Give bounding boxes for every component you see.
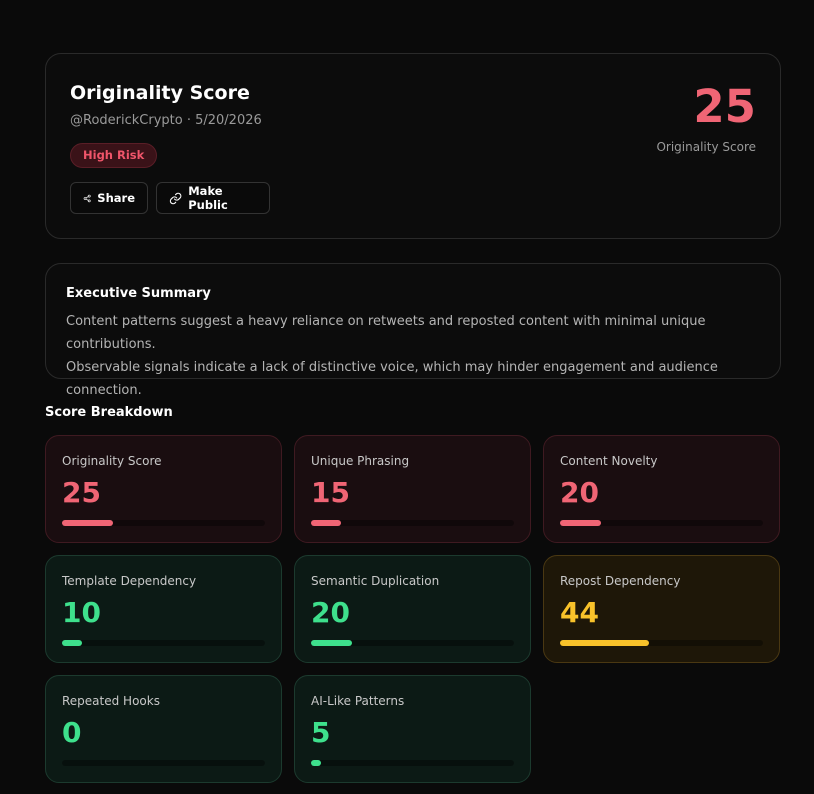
metric-label: Semantic Duplication [311, 574, 440, 588]
metric-value: 20 [311, 596, 350, 629]
metric-progress-fill [311, 760, 322, 766]
metric-progress-track [62, 760, 265, 766]
metric-progress-fill [62, 640, 83, 646]
metric-value: 44 [560, 596, 599, 629]
metric-progress-fill [560, 520, 601, 526]
metric-progress-track [311, 640, 514, 646]
metric-progress-fill [560, 640, 650, 646]
metric-card: Template Dependency 10 [45, 555, 282, 663]
metric-label: Originality Score [62, 454, 162, 468]
metric-card: Content Novelty 20 [543, 435, 780, 543]
make-public-button-label: Make Public [188, 184, 228, 212]
link-icon [169, 192, 182, 204]
metric-progress-track [560, 640, 763, 646]
header-card: Originality Score @RoderickCrypto · 5/20… [45, 53, 781, 239]
summary-line-2: Observable signals indicate a lack of di… [66, 360, 718, 398]
metric-label: Template Dependency [62, 574, 197, 588]
metric-progress-fill [62, 520, 113, 526]
metric-progress-fill [311, 520, 342, 526]
metric-label: Content Novelty [560, 454, 658, 468]
overall-score-label: Originality Score [656, 140, 756, 154]
share-button[interactable]: Share [70, 182, 148, 214]
account-date: @RoderickCrypto · 5/20/2026 [70, 113, 262, 128]
metric-card: Originality Score 25 [45, 435, 282, 543]
metric-progress-track [62, 640, 265, 646]
share-icon [83, 194, 91, 202]
metric-progress-track [311, 760, 514, 766]
metric-label: Unique Phrasing [311, 454, 410, 468]
metric-label: Repost Dependency [560, 574, 681, 588]
metric-value: 15 [311, 476, 350, 509]
metric-progress-fill [311, 640, 352, 646]
summary-line-1: Content patterns suggest a heavy relianc… [66, 314, 706, 352]
executive-summary-card: Executive Summary Content patterns sugge… [45, 263, 781, 398]
metric-card: AI-Like Patterns 5 [294, 675, 531, 783]
risk-badge: High Risk [70, 143, 158, 168]
metric-card: Unique Phrasing 15 [294, 435, 531, 543]
metric-progress-track [62, 520, 265, 526]
metric-label: Repeated Hooks [62, 694, 160, 708]
breakdown-title: Score Breakdown [45, 405, 173, 420]
metric-card: Semantic Duplication 20 [294, 555, 531, 663]
metric-card: Repeated Hooks 0 [45, 675, 282, 783]
make-public-button[interactable]: Make Public [156, 182, 270, 214]
share-button-label: Share [97, 191, 135, 205]
overall-score: 25 [693, 80, 756, 133]
metric-value: 20 [560, 476, 599, 509]
page-title: Originality Score [70, 82, 250, 104]
metric-label: AI-Like Patterns [311, 694, 405, 708]
summary-title: Executive Summary [66, 286, 211, 301]
metric-value: 25 [62, 476, 101, 509]
metric-value: 5 [311, 716, 331, 749]
metric-progress-track [311, 520, 514, 526]
metric-progress-track [560, 520, 763, 526]
metric-card: Repost Dependency 44 [543, 555, 780, 663]
metric-value: 10 [62, 596, 101, 629]
summary-text: Content patterns suggest a heavy relianc… [66, 310, 760, 402]
metric-value: 0 [62, 716, 82, 749]
